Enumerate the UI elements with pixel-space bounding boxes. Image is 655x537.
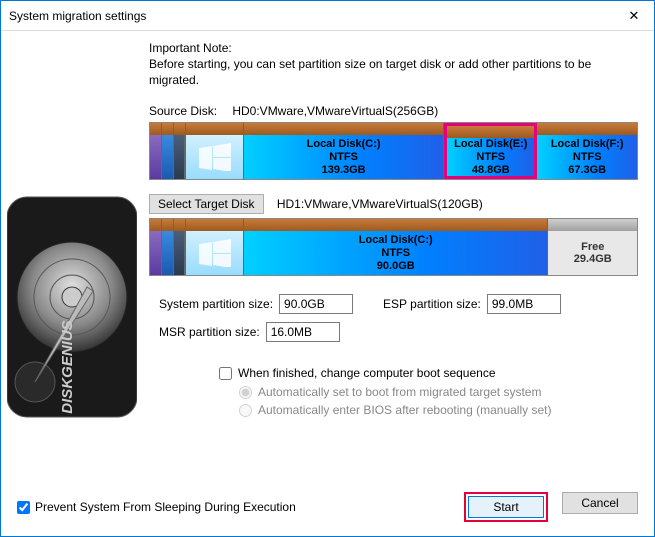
windows-icon — [199, 239, 231, 267]
partition-size: 48.8GB — [472, 164, 510, 177]
titlebar: System migration settings ✕ — [1, 1, 654, 31]
select-target-button[interactable]: Select Target Disk — [149, 194, 264, 214]
small-partition[interactable] — [174, 123, 186, 179]
free-space[interactable]: Free 29.4GB — [548, 219, 637, 275]
window-title: System migration settings — [9, 9, 146, 23]
finish-checkbox-row: When finished, change computer boot sequ… — [219, 366, 638, 380]
partition-size: 90.0GB — [377, 260, 415, 273]
small-partition[interactable] — [174, 219, 186, 275]
target-value: HD1:VMware,VMwareVirtualS(120GB) — [277, 197, 483, 211]
partition-name: Local Disk(C:) — [307, 138, 381, 151]
windows-partition[interactable] — [186, 219, 244, 275]
partition-name: Local Disk(C:) — [359, 234, 433, 247]
partition-size: 139.3GB — [322, 164, 366, 177]
size-fields: System partition size: ESP partition siz… — [159, 294, 638, 342]
msr-size-label: MSR partition size: — [159, 325, 260, 339]
prevent-sleep-row: Prevent System From Sleeping During Exec… — [17, 500, 296, 514]
small-partition[interactable] — [150, 123, 162, 179]
sys-size-input[interactable] — [279, 294, 353, 314]
footer-buttons: Start Cancel — [464, 492, 638, 522]
partition-size: 67.3GB — [568, 164, 606, 177]
field-system-size: System partition size: — [159, 294, 353, 314]
partition-name: Local Disk(E:) — [454, 138, 527, 151]
disk-graphic: DISKGENIUS — [7, 157, 137, 457]
small-partition[interactable] — [150, 219, 162, 275]
prevent-sleep-checkbox[interactable] — [17, 501, 30, 514]
sidebar: DISKGENIUS — [1, 31, 143, 482]
windows-icon — [199, 143, 231, 171]
small-partition[interactable] — [162, 123, 174, 179]
radio-bios-label: Automatically enter BIOS after rebooting… — [258, 403, 551, 417]
radio-bios-row: Automatically enter BIOS after rebooting… — [239, 403, 638, 417]
close-icon[interactable]: ✕ — [620, 6, 648, 26]
finish-checkbox[interactable] — [219, 367, 232, 380]
start-highlight: Start — [464, 492, 548, 522]
brand-text: DISKGENIUS — [59, 320, 76, 413]
boot-options: When finished, change computer boot sequ… — [219, 366, 638, 421]
partition-local-f[interactable]: Local Disk(F:) NTFS 67.3GB — [537, 123, 637, 179]
source-label: Source Disk: — [149, 104, 229, 118]
partition-fs: NTFS — [381, 247, 410, 260]
sys-size-label: System partition size: — [159, 297, 273, 311]
main-panel: Important Note: Before starting, you can… — [143, 31, 654, 482]
note-text: Before starting, you can set partition s… — [149, 57, 638, 88]
partition-fs: NTFS — [573, 151, 602, 164]
small-partition[interactable] — [162, 219, 174, 275]
source-value: HD0:VMware,VMwareVirtualS(256GB) — [232, 104, 438, 118]
esp-size-input[interactable] — [487, 294, 561, 314]
footer: Prevent System From Sleeping During Exec… — [1, 482, 654, 536]
msr-size-input[interactable] — [266, 322, 340, 342]
partition-fs: NTFS — [476, 151, 505, 164]
partition-local-e-selected[interactable]: Local Disk(E:) NTFS 48.8GB — [444, 123, 537, 179]
content-area: DISKGENIUS Important Note: Before starti… — [1, 31, 654, 482]
finish-checkbox-label: When finished, change computer boot sequ… — [238, 366, 496, 380]
esp-size-label: ESP partition size: — [383, 297, 481, 311]
field-msr-size: MSR partition size: — [159, 322, 340, 342]
start-button[interactable]: Start — [468, 496, 544, 518]
radio-auto — [239, 386, 252, 399]
windows-partition[interactable] — [186, 123, 244, 179]
target-disk-row: Select Target Disk HD1:VMware,VMwareVirt… — [149, 194, 638, 214]
radio-auto-row: Automatically set to boot from migrated … — [239, 385, 638, 399]
partition-fs: NTFS — [329, 151, 358, 164]
partition-name: Local Disk(F:) — [551, 138, 624, 151]
source-disk-bar[interactable]: Local Disk(C:) NTFS 139.3GB Local Disk(E… — [149, 122, 638, 180]
radio-auto-label: Automatically set to boot from migrated … — [258, 385, 541, 399]
partition-local-c-target[interactable]: Local Disk(C:) NTFS 90.0GB — [244, 219, 548, 275]
note-heading: Important Note: — [149, 41, 638, 55]
source-disk-row: Source Disk: HD0:VMware,VMwareVirtualS(2… — [149, 104, 638, 118]
free-label: Free — [581, 241, 604, 253]
radio-bios — [239, 404, 252, 417]
field-esp-size: ESP partition size: — [383, 294, 561, 314]
cancel-button[interactable]: Cancel — [562, 492, 638, 514]
partition-local-c[interactable]: Local Disk(C:) NTFS 139.3GB — [244, 123, 444, 179]
prevent-sleep-label: Prevent System From Sleeping During Exec… — [35, 500, 296, 514]
target-disk-bar[interactable]: Local Disk(C:) NTFS 90.0GB Free 29.4GB — [149, 218, 638, 276]
free-size: 29.4GB — [574, 253, 612, 265]
